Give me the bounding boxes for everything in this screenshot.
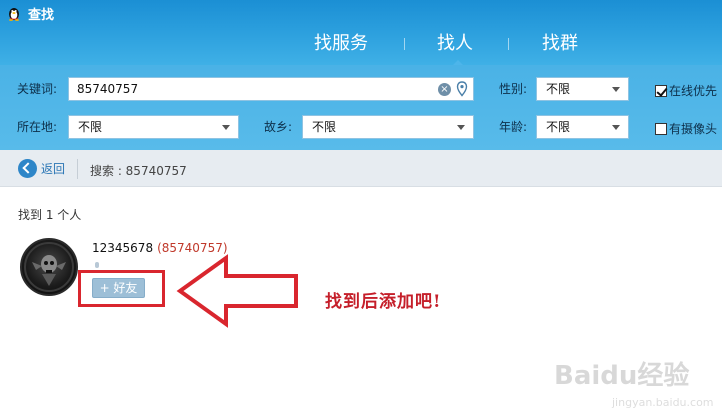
age-label: 年龄: — [499, 120, 528, 134]
title-bar: 查找 — [6, 4, 55, 23]
search-summary: 搜索 : 85740757 — [90, 164, 187, 178]
result-title[interactable]: 12345678 (85740757) — [92, 241, 228, 255]
window-title: 查找 — [28, 7, 55, 23]
status-dot — [95, 262, 99, 268]
online-first-label: 在线优先 — [669, 84, 718, 98]
back-button[interactable]: 返回 — [18, 159, 65, 178]
header: 查找 找服务 找人 找群 — [0, 0, 722, 66]
tab-find-service[interactable]: 找服务 — [314, 30, 368, 58]
location-value: 不限 — [78, 120, 103, 134]
chevron-down-icon — [457, 125, 465, 130]
result-count: 找到 1 个人 — [18, 208, 82, 222]
has-camera-label: 有摄像头 — [669, 122, 718, 136]
pointer-arrow-icon — [176, 254, 298, 328]
chevron-down-icon — [222, 125, 230, 130]
qq-penguin-icon — [6, 5, 22, 21]
keyword-label: 关键词: — [17, 82, 58, 96]
age-value: 不限 — [546, 120, 571, 134]
gender-select[interactable]: 不限 — [536, 77, 629, 101]
hometown-label: 故乡: — [264, 120, 293, 134]
result-qq-number: (85740757) — [157, 241, 228, 255]
has-camera-option[interactable]: 有摄像头 — [655, 120, 717, 137]
has-camera-checkbox[interactable] — [655, 122, 667, 135]
age-select[interactable]: 不限 — [536, 115, 629, 139]
keyword-input[interactable] — [77, 82, 417, 96]
back-label: 返回 — [41, 162, 66, 176]
nav-divider — [404, 38, 405, 50]
watermark-subtext: jingyan.baidu.com — [611, 396, 714, 409]
location-label: 所在地: — [17, 120, 58, 134]
back-arrow-icon — [18, 159, 37, 178]
breadcrumb-divider — [77, 159, 78, 179]
hometown-value: 不限 — [312, 120, 337, 134]
tab-find-group[interactable]: 找群 — [542, 30, 578, 58]
gender-value: 不限 — [546, 82, 571, 96]
highlight-box — [78, 270, 165, 307]
baidu-watermark: Baidu经验 jingyan.baidu.com — [554, 360, 714, 409]
breadcrumb: 返回 搜索 : 85740757 — [0, 150, 722, 187]
clear-icon[interactable]: × — [438, 83, 451, 96]
chevron-down-icon — [612, 125, 620, 130]
chevron-down-icon — [612, 87, 620, 92]
nav-divider — [508, 38, 509, 50]
online-first-checkbox[interactable] — [655, 84, 667, 97]
hometown-select[interactable]: 不限 — [302, 115, 474, 139]
watermark-text: Baidu经验 — [554, 360, 689, 391]
tab-find-people[interactable]: 找人 — [437, 30, 473, 58]
keyword-search-box[interactable]: × — [68, 77, 474, 101]
search-filters: 关键词: × 性别: 不限 在线优先 所在地: 不限 故乡: 不限 年龄: 不限… — [0, 65, 722, 150]
avatar[interactable] — [20, 238, 78, 296]
result-nickname: 12345678 — [92, 241, 154, 255]
location-pin-icon[interactable] — [456, 81, 468, 97]
gender-label: 性别: — [499, 82, 528, 96]
annotation-text: 找到后添加吧! — [325, 292, 442, 312]
location-select[interactable]: 不限 — [68, 115, 239, 139]
online-first-option[interactable]: 在线优先 — [655, 82, 717, 99]
